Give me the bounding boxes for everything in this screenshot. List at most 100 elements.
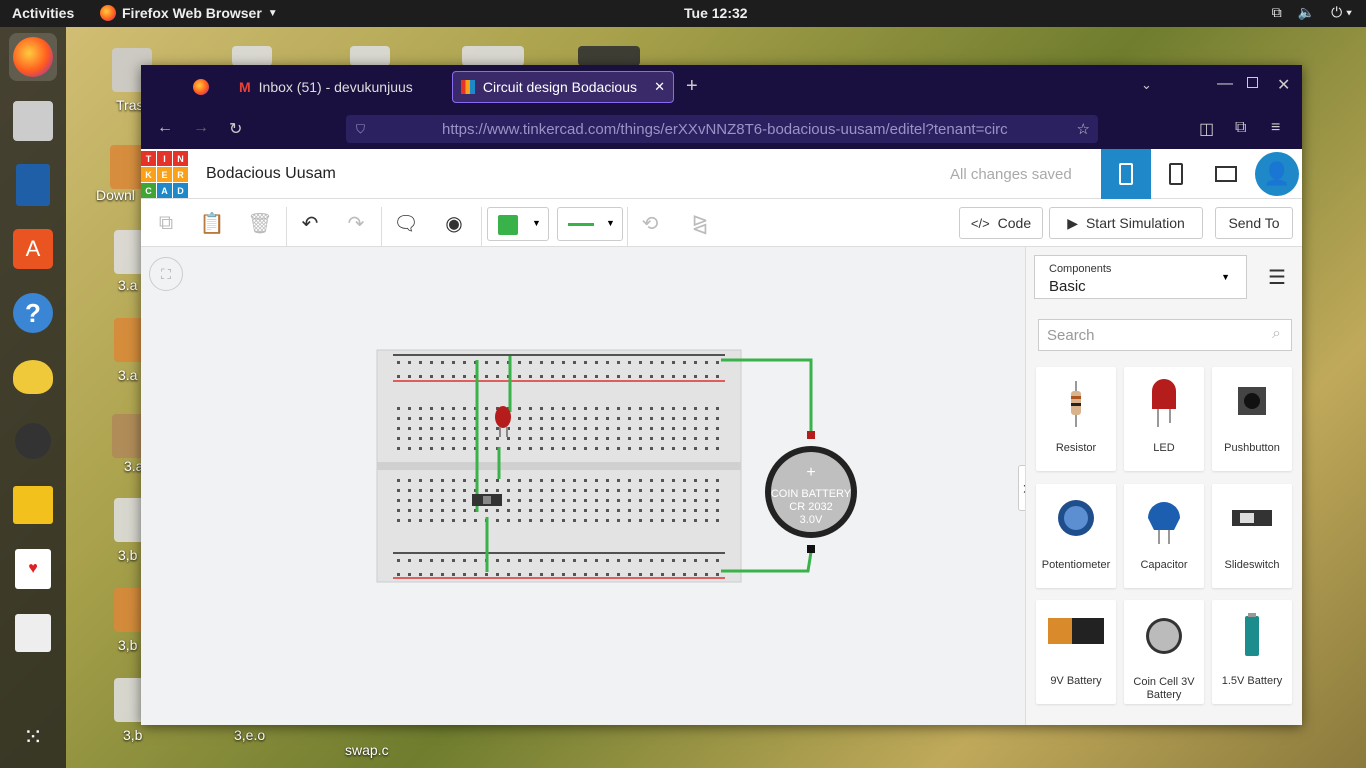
breadboard-hole[interactable]: [441, 499, 444, 502]
forward-icon[interactable]: →: [193, 119, 209, 137]
breadboard-hole[interactable]: [672, 375, 675, 378]
breadboard-hole[interactable]: [529, 361, 532, 364]
breadboard-hole[interactable]: [683, 479, 686, 482]
breadboard-hole[interactable]: [584, 427, 587, 430]
breadboard-hole[interactable]: [639, 559, 642, 562]
breadboard-hole[interactable]: [496, 489, 499, 492]
breadboard-hole[interactable]: [452, 447, 455, 450]
breadboard-hole[interactable]: [397, 375, 400, 378]
breadboard-hole[interactable]: [672, 427, 675, 430]
breadboard-hole[interactable]: [683, 509, 686, 512]
breadboard-hole[interactable]: [430, 375, 433, 378]
pocket-icon[interactable]: ◫: [1199, 119, 1214, 139]
breadboard-hole[interactable]: [617, 417, 620, 420]
breadboard-hole[interactable]: [408, 509, 411, 512]
breadboard-hole[interactable]: [639, 573, 642, 576]
breadboard-hole[interactable]: [496, 559, 499, 562]
breadboard-hole[interactable]: [606, 573, 609, 576]
breadboard-hole[interactable]: [606, 375, 609, 378]
clock[interactable]: Tue 12:32: [684, 5, 748, 21]
breadboard-hole[interactable]: [584, 437, 587, 440]
breadboard-hole[interactable]: [606, 489, 609, 492]
breadboard-hole[interactable]: [672, 573, 675, 576]
breadboard-hole[interactable]: [628, 509, 631, 512]
breadboard-hole[interactable]: [683, 361, 686, 364]
breadboard-hole[interactable]: [507, 437, 510, 440]
breadboard-hole[interactable]: [419, 499, 422, 502]
breadboard-hole[interactable]: [650, 573, 653, 576]
breadboard-hole[interactable]: [628, 499, 631, 502]
breadboard-hole[interactable]: [617, 573, 620, 576]
breadboard-hole[interactable]: [617, 437, 620, 440]
breadboard-hole[interactable]: [397, 417, 400, 420]
breadboard-hole[interactable]: [628, 361, 631, 364]
breadboard-hole[interactable]: [584, 479, 587, 482]
breadboard-hole[interactable]: [529, 427, 532, 430]
component-9v-battery[interactable]: 9V Battery: [1036, 600, 1116, 704]
breadboard-hole[interactable]: [639, 509, 642, 512]
breadboard-hole[interactable]: [650, 361, 653, 364]
breadboard-hole[interactable]: [694, 489, 697, 492]
breadboard-hole[interactable]: [518, 509, 521, 512]
breadboard-hole[interactable]: [562, 447, 565, 450]
breadboard-hole[interactable]: [694, 559, 697, 562]
breadboard-hole[interactable]: [661, 509, 664, 512]
breadboard-hole[interactable]: [650, 479, 653, 482]
breadboard-hole[interactable]: [397, 573, 400, 576]
breadboard-hole[interactable]: [628, 375, 631, 378]
breadboard-hole[interactable]: [573, 375, 576, 378]
breadboard-hole[interactable]: [650, 427, 653, 430]
url-bar[interactable]: ⛉ https://www.tinkercad.com/things/erXXv…: [346, 115, 1098, 143]
breadboard-hole[interactable]: [672, 417, 675, 420]
breadboard-hole[interactable]: [705, 509, 708, 512]
flip-icon[interactable]: ⧎: [685, 209, 715, 237]
firefox-dock-icon[interactable]: [9, 33, 57, 81]
breadboard-hole[interactable]: [562, 427, 565, 430]
breadboard-hole[interactable]: [650, 559, 653, 562]
coin-battery[interactable]: + COIN BATTERY CR 2032 3.0V: [765, 431, 857, 553]
extensions-icon[interactable]: ⧉: [1235, 119, 1246, 137]
breadboard-hole[interactable]: [441, 375, 444, 378]
app-menu[interactable]: Firefox Web Browser ▼: [100, 5, 278, 21]
breadboard-hole[interactable]: [551, 573, 554, 576]
help-dock-icon[interactable]: ?: [9, 289, 57, 337]
breadboard-hole[interactable]: [595, 437, 598, 440]
breadboard-hole[interactable]: [562, 573, 565, 576]
breadboard-hole[interactable]: [408, 361, 411, 364]
breadboard-hole[interactable]: [397, 437, 400, 440]
image-icon[interactable]: [578, 46, 640, 66]
new-tab-button[interactable]: +: [686, 75, 698, 98]
breadboard-hole[interactable]: [628, 479, 631, 482]
breadboard-hole[interactable]: [551, 437, 554, 440]
breadboard-hole[interactable]: [595, 447, 598, 450]
breadboard-hole[interactable]: [408, 417, 411, 420]
breadboard-hole[interactable]: [672, 437, 675, 440]
breadboard-hole[interactable]: [397, 361, 400, 364]
paste-icon[interactable]: 📋: [197, 209, 227, 237]
breadboard-hole[interactable]: [639, 427, 642, 430]
breadboard-hole[interactable]: [419, 437, 422, 440]
breadboard-hole[interactable]: [507, 519, 510, 522]
breadboard-hole[interactable]: [595, 499, 598, 502]
breadboard-hole[interactable]: [617, 509, 620, 512]
breadboard-hole[interactable]: [485, 361, 488, 364]
breadboard-hole[interactable]: [584, 559, 587, 562]
breadboard-hole[interactable]: [485, 427, 488, 430]
breadboard-hole[interactable]: [419, 375, 422, 378]
breadboard-hole[interactable]: [683, 427, 686, 430]
close-tab-icon[interactable]: ✕: [654, 79, 665, 95]
breadboard-hole[interactable]: [716, 509, 719, 512]
breadboard-hole[interactable]: [485, 509, 488, 512]
breadboard-hole[interactable]: [496, 509, 499, 512]
breadboard-hole[interactable]: [617, 499, 620, 502]
breadboard-hole[interactable]: [639, 519, 642, 522]
breadboard-hole[interactable]: [650, 375, 653, 378]
breadboard-hole[interactable]: [573, 427, 576, 430]
breadboard-hole[interactable]: [694, 509, 697, 512]
breadboard-hole[interactable]: [540, 479, 543, 482]
breadboard-hole[interactable]: [683, 437, 686, 440]
breadboard-hole[interactable]: [705, 361, 708, 364]
breadboard-hole[interactable]: [595, 489, 598, 492]
breadboard-hole[interactable]: [661, 479, 664, 482]
breadboard-hole[interactable]: [551, 489, 554, 492]
